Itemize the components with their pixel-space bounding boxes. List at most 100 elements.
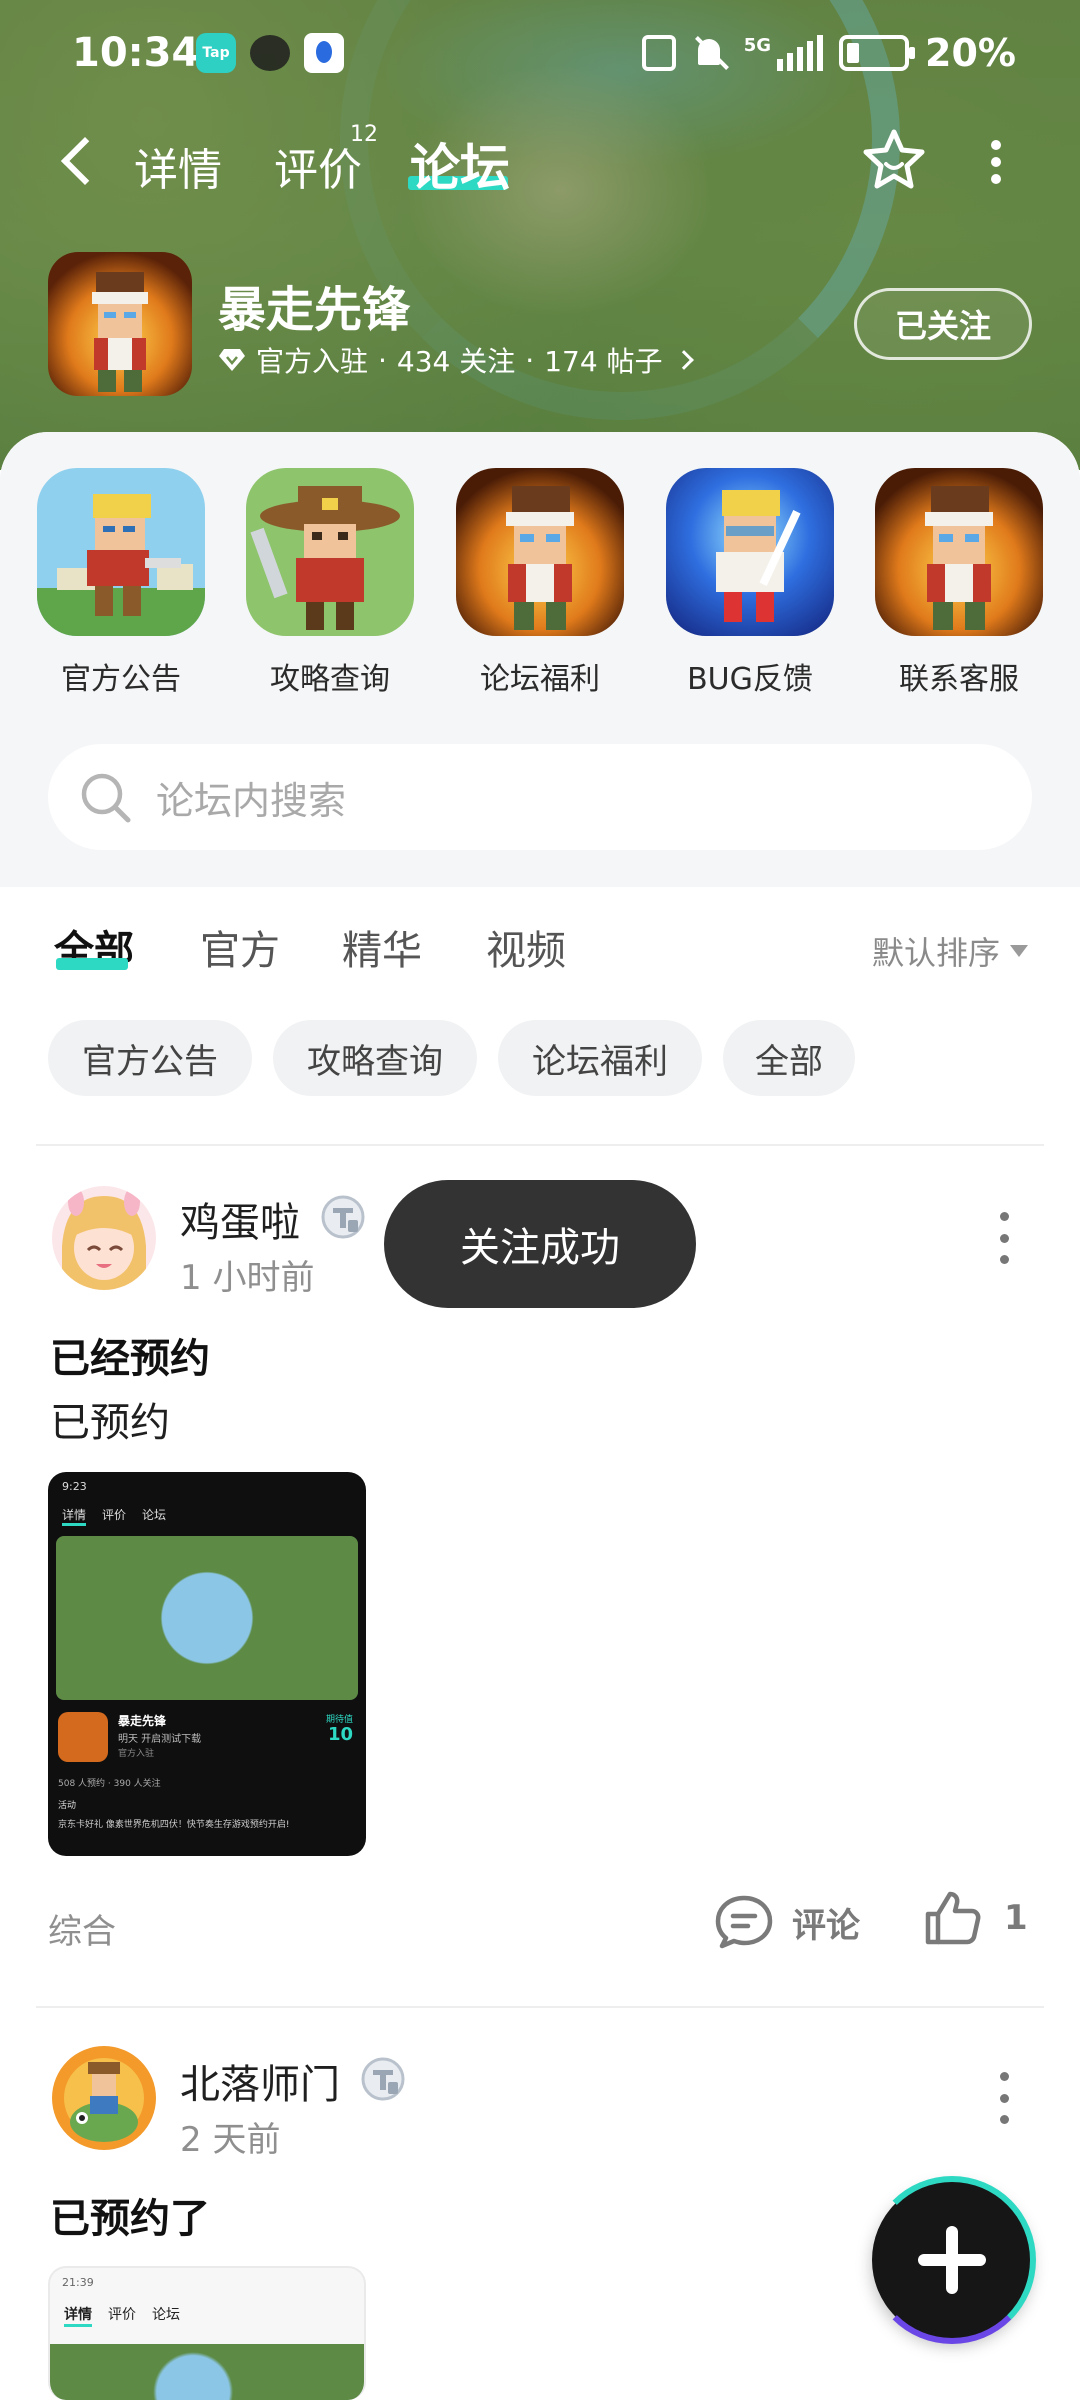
- screenshot-tabs: 详情 评价 论坛: [64, 2304, 180, 2327]
- screenshot-activity: 活动: [58, 1801, 77, 1811]
- status-right-icons: 5G 20%: [641, 31, 1016, 75]
- screenshot-tab: 评价: [108, 2307, 136, 2323]
- status-time: 10:34: [72, 30, 200, 76]
- shortcut-label: 论坛福利: [480, 662, 600, 697]
- official-label: 官方入驻: [256, 345, 369, 378]
- screenshot-promo: 京东卡好礼 像素世界危机四伏！快节奏生存游戏预约开启!: [58, 1820, 290, 1830]
- post-more-icon[interactable]: [998, 2072, 1010, 2124]
- more-options-icon[interactable]: [984, 140, 1008, 184]
- chip-forum-benefits[interactable]: 论坛福利: [498, 1020, 702, 1096]
- shortcut-label: 联系客服: [899, 662, 1019, 697]
- app-notification-icon: [304, 33, 344, 73]
- screenshot-game-art: [56, 1536, 358, 1700]
- screenshot-tab: 详情: [62, 1506, 87, 1526]
- user-level-badge-icon: [361, 2057, 405, 2101]
- status-bar: 10:34 Tap 5G 20%: [0, 18, 1080, 88]
- filter-tab-video[interactable]: 视频: [486, 918, 566, 976]
- post-category-tag[interactable]: 综合: [48, 1904, 116, 1953]
- screenshot-time: 21:39: [62, 2276, 94, 2289]
- chip-official-notice[interactable]: 官方公告: [48, 1020, 252, 1096]
- search-icon: [81, 773, 131, 823]
- nfc-icon: [641, 35, 676, 71]
- filter-tab-indicator: [56, 958, 128, 970]
- post-more-icon[interactable]: [998, 1212, 1010, 1264]
- shortcut-bug-report[interactable]: BUG反馈: [665, 468, 835, 698]
- game-title: 暴走先锋: [218, 282, 411, 338]
- hero-headband-icon: [875, 468, 1043, 636]
- tab-forum[interactable]: 论坛: [410, 128, 510, 200]
- post-time: 1 小时前: [180, 1258, 315, 1298]
- create-post-button[interactable]: [868, 2176, 1036, 2344]
- screenshot-score: 10: [328, 1724, 354, 1745]
- search-placeholder: 论坛内搜索: [156, 778, 347, 823]
- comment-label: 评论: [792, 1905, 860, 1946]
- avatar[interactable]: [52, 1186, 156, 1290]
- post-time: 2 天前: [180, 2120, 281, 2160]
- shortcut-strategy[interactable]: 攻略查询: [245, 468, 415, 698]
- game-meta[interactable]: 官方入驻 · 434 关注 · 174 帖子: [218, 340, 694, 380]
- sort-label: 默认排序: [872, 934, 1001, 972]
- screenshot-tab: 论坛: [152, 2307, 180, 2323]
- screenshot-tab: 详情: [64, 2304, 92, 2327]
- like-count: 1: [1004, 1898, 1028, 1938]
- hero-headband-icon: [456, 468, 624, 636]
- screenshot-official: 官方入驻: [118, 1749, 155, 1759]
- battery-icon: [839, 35, 916, 71]
- post-title[interactable]: 已经预约: [50, 1326, 210, 1384]
- post-image[interactable]: 21:39 详情 评价 论坛: [48, 2266, 366, 2400]
- shortcut-label: 攻略查询: [270, 662, 390, 697]
- screenshot-game-art: [50, 2344, 364, 2400]
- chip-all[interactable]: 全部: [723, 1020, 855, 1096]
- screenshot-tab: 论坛: [142, 1508, 167, 1522]
- user-level-badge-icon: [321, 1195, 365, 1239]
- shortcut-customer-service[interactable]: 联系客服: [874, 468, 1044, 698]
- screenshot-tab: 评价: [102, 1508, 127, 1522]
- avatar[interactable]: [52, 2046, 156, 2150]
- post-body[interactable]: 已预约: [50, 1390, 170, 1448]
- shortcut-label: 官方公告: [61, 662, 181, 697]
- plus-icon: [946, 2226, 958, 2294]
- reviews-count-badge: 12: [350, 122, 378, 147]
- tab-forum-label: 论坛: [410, 139, 510, 197]
- screenshot-game-title: 暴走先锋: [118, 1714, 167, 1728]
- wechat-icon: [250, 35, 290, 71]
- post-image[interactable]: 9:23 详情 评价 论坛 暴走先锋 明天 开启测试下载 官方入驻 期待值 10…: [48, 1472, 366, 1856]
- signal-icon: 5G: [743, 35, 824, 71]
- chip-strategy[interactable]: 攻略查询: [273, 1020, 477, 1096]
- hero-blue-icon: [666, 468, 834, 636]
- status-notification-icons: Tap: [196, 33, 344, 73]
- filter-tab-featured[interactable]: 精华: [342, 918, 422, 976]
- post-count: 174 帖子: [544, 345, 663, 378]
- network-type: 5G: [743, 35, 772, 56]
- sort-dropdown[interactable]: 默认排序: [872, 928, 1029, 974]
- comment-icon: [715, 1895, 773, 1949]
- comment-button[interactable]: 评论: [714, 1894, 860, 1950]
- like-button[interactable]: 1: [924, 1890, 1028, 1946]
- post-divider: [36, 2006, 1044, 2008]
- mute-icon: [692, 35, 728, 71]
- screenshot-tabs: 详情 评价 论坛: [62, 1506, 166, 1526]
- diamond-icon: [219, 349, 245, 371]
- tab-reviews[interactable]: 评价: [274, 134, 362, 198]
- post-title[interactable]: 已预约了: [50, 2186, 210, 2244]
- screenshot-stats: 508 人预约 · 390 人关注: [58, 1779, 161, 1789]
- tab-details[interactable]: 详情: [134, 134, 222, 198]
- section-divider: [36, 1144, 1044, 1146]
- screenshot-time: 9:23: [62, 1480, 87, 1493]
- screenshot-subtitle: 明天 开启测试下载: [118, 1734, 202, 1745]
- taptap-app-icon: Tap: [196, 33, 236, 73]
- back-arrow-icon[interactable]: [58, 136, 98, 186]
- game-icon[interactable]: [48, 252, 192, 396]
- forum-search-input[interactable]: 论坛内搜索: [48, 744, 1032, 850]
- follow-count: 434 关注: [396, 345, 516, 378]
- shortcut-official-notice[interactable]: 官方公告: [36, 468, 206, 698]
- post-author[interactable]: 鸡蛋啦: [180, 1190, 300, 1248]
- shortcut-forum-benefits[interactable]: 论坛福利: [455, 468, 625, 698]
- favorite-star-icon[interactable]: [860, 126, 928, 194]
- chevron-right-icon: [673, 350, 694, 370]
- filter-tab-official[interactable]: 官方: [200, 918, 280, 976]
- dropdown-arrow-icon: [1010, 945, 1029, 957]
- followed-button[interactable]: 已关注: [854, 288, 1032, 360]
- shortcut-label: BUG反馈: [687, 662, 813, 697]
- post-author[interactable]: 北落师门: [180, 2052, 340, 2110]
